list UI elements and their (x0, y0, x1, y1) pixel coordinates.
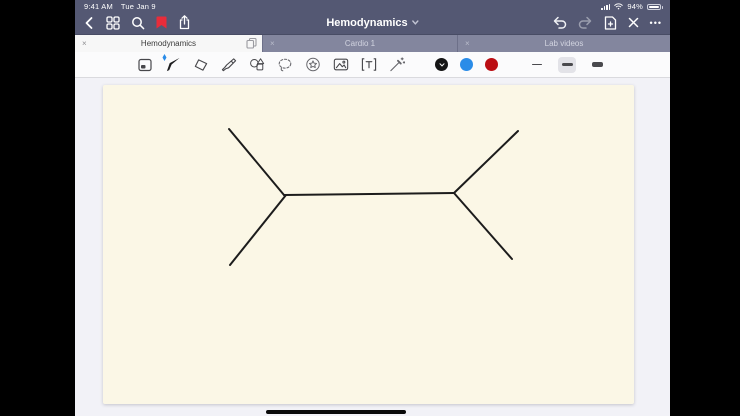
add-page-button[interactable] (604, 15, 617, 30)
note-page[interactable] (103, 85, 634, 404)
pen-selected-indicator (162, 53, 167, 61)
navigation-bar: Hemodynamics ••• (75, 11, 670, 34)
undo-button[interactable] (552, 16, 567, 29)
pen-tool-button[interactable] (162, 53, 181, 74)
tab-pages-icon[interactable] (246, 38, 257, 49)
search-button[interactable] (131, 16, 145, 30)
document-title-menu[interactable]: Hemodynamics (326, 16, 419, 29)
shapes-tool-button[interactable] (249, 56, 265, 74)
tab-lab-videos[interactable]: × Lab videos (458, 35, 670, 52)
color-swatch-black[interactable] (435, 58, 448, 71)
close-button[interactable] (628, 17, 639, 28)
tab-label: Lab videos (544, 39, 584, 48)
battery-icon (647, 3, 663, 10)
tab-bar: × Hemodynamics × Cardio 1 × Lab videos (75, 34, 670, 52)
drawing-toolbar (75, 52, 670, 78)
eraser-tool-button[interactable] (193, 56, 209, 74)
tab-label: Cardio 1 (344, 39, 376, 48)
back-button[interactable] (83, 16, 95, 30)
nav-left-group (83, 15, 191, 30)
text-tool-button[interactable] (361, 56, 377, 74)
lasso-tool-button[interactable] (277, 56, 293, 74)
status-date: Tue Jan 9 (120, 2, 156, 11)
nav-right-group: ••• (552, 15, 662, 30)
redo-button[interactable] (578, 16, 593, 29)
thickness-thin-button[interactable] (528, 57, 546, 73)
bookmark-record-button[interactable] (156, 16, 167, 29)
wifi-icon (614, 3, 624, 10)
laser-pointer-tool-button[interactable] (389, 56, 405, 74)
thumbnails-grid-button[interactable] (106, 15, 120, 30)
share-button[interactable] (178, 15, 191, 30)
status-bar: 9:41 AM Tue Jan 9 94% (75, 0, 670, 11)
color-swatch-red[interactable] (485, 58, 498, 71)
tab-cardio-1[interactable]: × Cardio 1 (263, 35, 458, 52)
notes-app-window: 9:41 AM Tue Jan 9 94% Hemodynamics ••• ×… (75, 0, 670, 416)
more-options-button[interactable]: ••• (650, 18, 662, 28)
thickness-medium-button[interactable] (558, 56, 576, 73)
status-time: 9:41 AM (84, 2, 113, 11)
thickness-thick-button[interactable] (588, 57, 606, 73)
image-tool-button[interactable] (333, 56, 349, 74)
tab-label: Hemodynamics (140, 39, 197, 48)
color-swatch-blue[interactable] (460, 58, 473, 71)
video-frame: 9:41 AM Tue Jan 9 94% Hemodynamics ••• ×… (0, 0, 740, 416)
chevron-down-icon (411, 20, 419, 25)
stickers-tool-button[interactable] (305, 56, 321, 74)
document-title: Hemodynamics (326, 16, 408, 29)
home-indicator[interactable] (266, 410, 406, 414)
canvas-area[interactable] (75, 78, 670, 416)
cellular-signal-icon (601, 3, 611, 10)
elements-tool-button[interactable] (137, 56, 153, 74)
highlighter-tool-button[interactable] (221, 56, 237, 74)
tab-hemodynamics[interactable]: × Hemodynamics (75, 35, 263, 52)
battery-percent: 94% (627, 2, 643, 11)
ink-strokes (228, 128, 519, 266)
